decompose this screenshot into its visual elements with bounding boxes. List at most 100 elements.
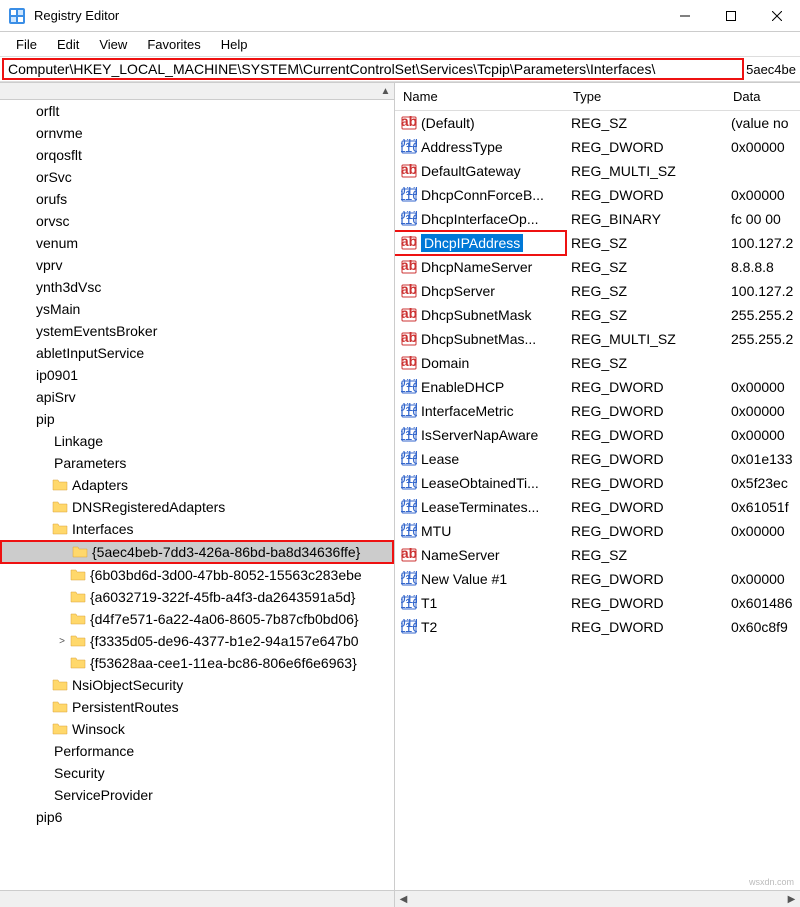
menu-view[interactable]: View [91, 35, 135, 54]
tree-item[interactable]: {6b03bd6d-3d00-47bb-8052-15563c283ebe [0, 564, 394, 586]
svg-text:110: 110 [401, 451, 417, 467]
value-row[interactable]: abDhcpIPAddressREG_SZ100.127.2 [395, 231, 800, 255]
value-row[interactable]: 011110IsServerNapAwareREG_DWORD0x00000 [395, 423, 800, 447]
value-row[interactable]: abDhcpSubnetMaskREG_SZ255.255.2 [395, 303, 800, 327]
expand-icon[interactable]: > [54, 636, 70, 647]
svg-text:ab: ab [401, 283, 417, 297]
col-data[interactable]: Data [725, 85, 800, 108]
tree-label: Performance [54, 743, 134, 759]
tree-item[interactable]: NsiObjectSecurity [0, 674, 394, 696]
value-data: 0x00000 [725, 401, 800, 421]
tree-item[interactable]: orqosflt [0, 144, 394, 166]
tree-item[interactable]: Parameters [0, 452, 394, 474]
value-row[interactable]: 011110MTUREG_DWORD0x00000 [395, 519, 800, 543]
value-type: REG_SZ [565, 257, 725, 277]
tree-item[interactable]: {5aec4beb-7dd3-426a-86bd-ba8d34636ffe} [0, 540, 394, 564]
tree-label: PersistentRoutes [72, 699, 179, 715]
tree-item[interactable]: Security [0, 762, 394, 784]
value-row[interactable]: abDomainREG_SZ [395, 351, 800, 375]
tree-item[interactable]: pip6 [0, 806, 394, 828]
svg-text:110: 110 [401, 139, 417, 155]
tree-item[interactable]: pip [0, 408, 394, 430]
value-row[interactable]: abDhcpNameServerREG_SZ8.8.8.8 [395, 255, 800, 279]
close-button[interactable] [754, 0, 800, 32]
maximize-button[interactable] [708, 0, 754, 32]
value-name: T1 [421, 595, 437, 611]
list-rows[interactable]: ab(Default)REG_SZ(value no011110AddressT… [395, 111, 800, 890]
watermark: wsxdn.com [749, 877, 794, 887]
col-name[interactable]: Name [395, 85, 565, 108]
tree-item[interactable]: Linkage [0, 430, 394, 452]
value-row[interactable]: abNameServerREG_SZ [395, 543, 800, 567]
value-row[interactable]: 011110EnableDHCPREG_DWORD0x00000 [395, 375, 800, 399]
value-name: New Value #1 [421, 571, 507, 587]
value-row[interactable]: ab(Default)REG_SZ(value no [395, 111, 800, 135]
tree-item[interactable]: PersistentRoutes [0, 696, 394, 718]
menu-edit[interactable]: Edit [49, 35, 87, 54]
tree-item[interactable]: abletInputService [0, 342, 394, 364]
tree-item[interactable]: ystemEventsBroker [0, 320, 394, 342]
tree-label: {f3335d05-de96-4377-b1e2-94a157e647b0 [90, 633, 359, 649]
value-row[interactable]: 011110T2REG_DWORD0x60c8f9 [395, 615, 800, 639]
value-row[interactable]: 011110AddressTypeREG_DWORD0x00000 [395, 135, 800, 159]
value-name: IsServerNapAware [421, 427, 538, 443]
value-row[interactable]: 011110LeaseTerminates...REG_DWORD0x61051… [395, 495, 800, 519]
tree-item[interactable]: orSvc [0, 166, 394, 188]
svg-text:110: 110 [401, 523, 417, 539]
svg-text:ab: ab [401, 307, 417, 321]
tree-item[interactable]: ServiceProvider [0, 784, 394, 806]
tree-item[interactable]: orufs [0, 188, 394, 210]
value-row[interactable]: 011110LeaseREG_DWORD0x01e133 [395, 447, 800, 471]
svg-text:110: 110 [401, 379, 417, 395]
tree[interactable]: orfltornvmeorqosfltorSvcorufsorvscvenumv… [0, 100, 394, 890]
value-type: REG_SZ [565, 113, 725, 133]
value-data: (value no [725, 113, 800, 133]
tree-item[interactable]: ynth3dVsc [0, 276, 394, 298]
tree-item[interactable]: {d4f7e571-6a22-4a06-8605-7b87cfb0bd06} [0, 608, 394, 630]
tree-item[interactable]: DNSRegisteredAdapters [0, 496, 394, 518]
tree-item[interactable]: venum [0, 232, 394, 254]
tree-item[interactable]: Performance [0, 740, 394, 762]
value-row[interactable]: 011110InterfaceMetricREG_DWORD0x00000 [395, 399, 800, 423]
value-name: LeaseObtainedTi... [421, 475, 539, 491]
tree-label: {5aec4beb-7dd3-426a-86bd-ba8d34636ffe} [92, 544, 360, 560]
tree-item[interactable]: vprv [0, 254, 394, 276]
value-row[interactable]: 011110DhcpConnForceB...REG_DWORD0x00000 [395, 183, 800, 207]
tree-scroll-up[interactable]: ▲ [0, 83, 394, 100]
value-row[interactable]: 011110DhcpInterfaceOp...REG_BINARYfc 00 … [395, 207, 800, 231]
value-row[interactable]: 011110T1REG_DWORD0x601486 [395, 591, 800, 615]
tree-item[interactable]: {f53628aa-cee1-11ea-bc86-806e6f6e6963} [0, 652, 394, 674]
tree-item[interactable]: Interfaces [0, 518, 394, 540]
tree-item[interactable]: {a6032719-322f-45fb-a4f3-da2643591a5d} [0, 586, 394, 608]
address-path: Computer\HKEY_LOCAL_MACHINE\SYSTEM\Curre… [8, 61, 655, 77]
tree-item[interactable]: Adapters [0, 474, 394, 496]
tree-item[interactable]: ysMain [0, 298, 394, 320]
col-type[interactable]: Type [565, 85, 725, 108]
menu-bar: File Edit View Favorites Help [0, 32, 800, 56]
horizontal-scrollbar[interactable]: ◀▶ [395, 891, 800, 907]
tree-item[interactable]: > {f3335d05-de96-4377-b1e2-94a157e647b0 [0, 630, 394, 652]
svg-text:ab: ab [401, 115, 417, 129]
tree-item[interactable]: orflt [0, 100, 394, 122]
value-data: 100.127.2 [725, 281, 800, 301]
value-row[interactable]: abDhcpSubnetMas...REG_MULTI_SZ255.255.2 [395, 327, 800, 351]
tree-label: {6b03bd6d-3d00-47bb-8052-15563c283ebe [90, 567, 362, 583]
menu-help[interactable]: Help [213, 35, 256, 54]
tree-item[interactable]: ip0901 [0, 364, 394, 386]
minimize-button[interactable] [662, 0, 708, 32]
address-bar: Computer\HKEY_LOCAL_MACHINE\SYSTEM\Curre… [0, 56, 800, 82]
value-row[interactable]: 011110New Value #1REG_DWORD0x00000 [395, 567, 800, 591]
tree-item[interactable]: Winsock [0, 718, 394, 740]
value-name: DhcpSubnetMask [421, 307, 532, 323]
value-row[interactable]: 011110LeaseObtainedTi...REG_DWORD0x5f23e… [395, 471, 800, 495]
address-input[interactable]: Computer\HKEY_LOCAL_MACHINE\SYSTEM\Curre… [2, 58, 744, 80]
value-row[interactable]: abDhcpServerREG_SZ100.127.2 [395, 279, 800, 303]
tree-item[interactable]: apiSrv [0, 386, 394, 408]
app-icon [6, 5, 28, 27]
menu-file[interactable]: File [8, 35, 45, 54]
tree-item[interactable]: ornvme [0, 122, 394, 144]
menu-favorites[interactable]: Favorites [139, 35, 208, 54]
tree-item[interactable]: orvsc [0, 210, 394, 232]
svg-text:110: 110 [401, 427, 417, 443]
value-row[interactable]: abDefaultGatewayREG_MULTI_SZ [395, 159, 800, 183]
